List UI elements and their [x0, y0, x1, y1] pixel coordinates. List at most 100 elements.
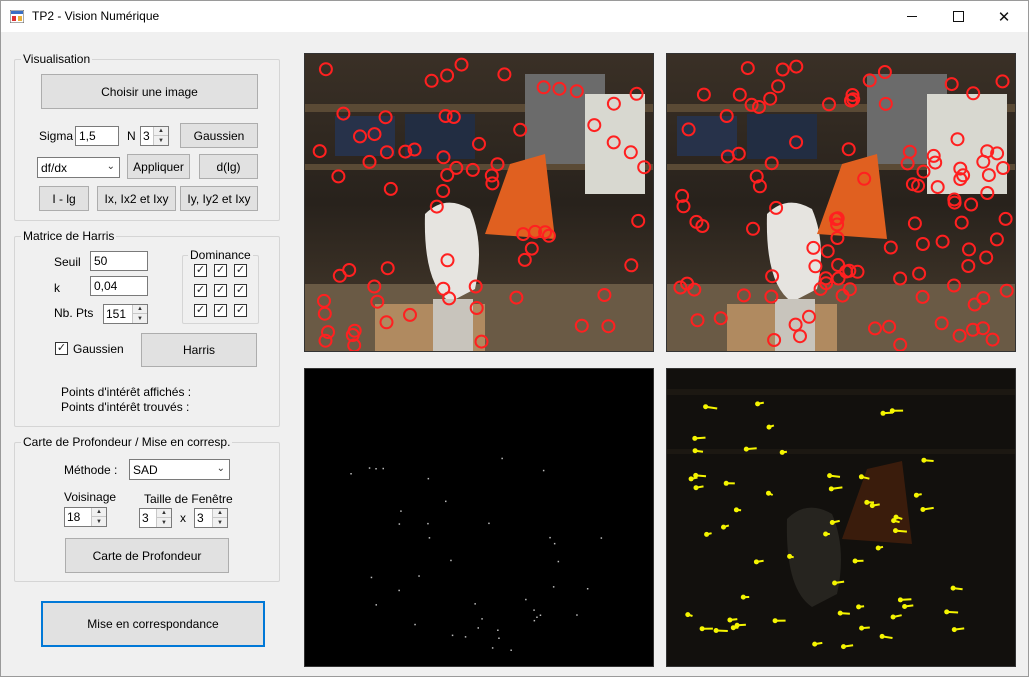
method-select[interactable]: SAD ⌄ [129, 459, 230, 480]
match-marker-dot [879, 633, 885, 639]
match-marker-dot [864, 499, 870, 505]
match-marker-dot [913, 492, 919, 498]
derivative-select[interactable]: df/dx ⌄ [37, 157, 120, 178]
match-marker-dot [858, 474, 864, 480]
n-spinner-arrows[interactable]: ▲ ▼ [153, 127, 168, 145]
iy-button[interactable]: Iy, Iy2 et Ixy [180, 186, 258, 211]
voisinage-spinner-arrows[interactable]: ▲ ▼ [91, 508, 106, 526]
nbpts-value: 151 [106, 307, 127, 321]
dominance-checkbox[interactable]: ✓ [214, 304, 227, 317]
match-marker-dot [772, 618, 778, 624]
spin-up-icon[interactable]: ▲ [154, 127, 168, 136]
dominance-checkbox[interactable]: ✓ [214, 264, 227, 277]
match-marker-dot [704, 531, 710, 537]
spin-down-icon[interactable]: ▼ [154, 136, 168, 145]
minimize-button[interactable] [889, 1, 935, 32]
spin-down-icon[interactable]: ▼ [133, 314, 147, 323]
depth-point [464, 636, 467, 638]
nbpts-spinner[interactable]: 151 ▲ ▼ [103, 304, 148, 324]
window-height-value: 3 [197, 511, 204, 525]
voisinage-spinner[interactable]: 18 ▲ ▼ [64, 507, 107, 527]
voisinage-label: Voisinage [64, 490, 117, 504]
ix-button[interactable]: Ix, Ix2 et Ixy [97, 186, 176, 211]
i-lg-button[interactable]: I - lg [39, 186, 89, 211]
close-button[interactable]: ✕ [981, 1, 1027, 32]
dominance-checkbox[interactable]: ✓ [234, 284, 247, 297]
match-marker-dot [734, 622, 740, 628]
spin-up-icon[interactable]: ▲ [213, 509, 227, 518]
window-height-arrows[interactable]: ▲ ▼ [212, 509, 227, 527]
dlg-button[interactable]: d(lg) [199, 154, 258, 179]
chevron-down-icon: ⌄ [106, 161, 115, 172]
right-harris-image [667, 54, 1015, 351]
window-height-spinner[interactable]: 3 ▲ ▼ [194, 508, 228, 528]
apply-button[interactable]: Appliquer [127, 154, 190, 179]
window-width-arrows[interactable]: ▲ ▼ [156, 509, 171, 527]
depth-point [370, 576, 373, 579]
match-marker-dot [891, 518, 897, 524]
depth-point [418, 575, 420, 577]
dominance-checkbox[interactable]: ✓ [234, 264, 247, 277]
depth-point [542, 469, 545, 472]
left-harris-image [305, 54, 653, 351]
depth-point [510, 649, 512, 651]
dominance-checkbox[interactable]: ✓ [234, 304, 247, 317]
match-marker-dot [740, 594, 746, 600]
choose-image-button[interactable]: Choisir une image [41, 74, 258, 109]
depth-map-panel [304, 368, 654, 667]
voisinage-value: 18 [67, 510, 81, 524]
nbpts-spinner-arrows[interactable]: ▲ ▼ [132, 305, 147, 323]
spin-up-icon[interactable]: ▲ [133, 305, 147, 314]
chevron-down-icon: ⌄ [216, 463, 225, 474]
dominance-checkbox[interactable]: ✓ [194, 264, 207, 277]
match-marker-dot [693, 485, 699, 491]
match-marker-dot [766, 424, 772, 430]
match-marker-dot [841, 644, 846, 650]
match-marker-dot [743, 446, 749, 452]
depth-point [398, 523, 401, 525]
dominance-checkbox[interactable]: ✓ [194, 304, 207, 317]
depth-point [576, 614, 578, 616]
gaussien-button[interactable]: Gaussien [180, 123, 258, 148]
match-marker-dot [921, 457, 927, 463]
n-spinner[interactable]: 3 ▲ ▼ [140, 126, 169, 146]
window-width-spinner[interactable]: 3 ▲ ▼ [139, 508, 172, 528]
depth-point [549, 536, 551, 539]
depth-point [501, 457, 503, 460]
match-marker-dot [692, 435, 698, 441]
depth-map-button[interactable]: Carte de Profondeur [65, 538, 229, 573]
gaussien-checkbox-label: Gaussien [73, 342, 124, 356]
spin-up-icon[interactable]: ▲ [92, 508, 106, 517]
match-marker-dot [692, 448, 698, 454]
spin-down-icon[interactable]: ▼ [157, 518, 171, 527]
maximize-button[interactable] [935, 1, 981, 32]
dominance-checkbox[interactable]: ✓ [214, 284, 227, 297]
depth-point [533, 619, 536, 622]
match-marker-dot [893, 528, 898, 534]
depth-point [481, 618, 483, 620]
match-marker-dot [859, 625, 865, 631]
spin-down-icon[interactable]: ▼ [92, 517, 106, 526]
seuil-input[interactable]: 50 [90, 251, 148, 271]
gaussien-checkbox[interactable]: ✓ [55, 342, 68, 355]
match-marker-dot [727, 617, 733, 623]
match-marker-dot [703, 404, 709, 410]
match-marker-dot [733, 507, 739, 513]
harris-button[interactable]: Harris [141, 333, 257, 367]
match-marker-dot [812, 641, 818, 647]
k-input[interactable]: 0,04 [90, 276, 148, 296]
depth-point [414, 623, 416, 626]
spin-up-icon[interactable]: ▲ [157, 509, 171, 518]
match-marker-dot [828, 486, 834, 492]
match-marker-dot [944, 609, 950, 615]
sigma-input[interactable]: 1,5 [75, 126, 119, 146]
dominance-checkbox[interactable]: ✓ [194, 284, 207, 297]
k-label: k [54, 281, 60, 295]
depth-point [536, 616, 538, 618]
spin-down-icon[interactable]: ▼ [213, 518, 227, 527]
match-marker-dot [890, 614, 896, 620]
derivative-select-value: df/dx [41, 161, 68, 175]
visualisation-group-title: Visualisation [21, 52, 93, 66]
app-window: TP2 - Vision Numérique ✕ Visualisation C… [0, 0, 1029, 677]
match-button[interactable]: Mise en correspondance [41, 601, 265, 647]
